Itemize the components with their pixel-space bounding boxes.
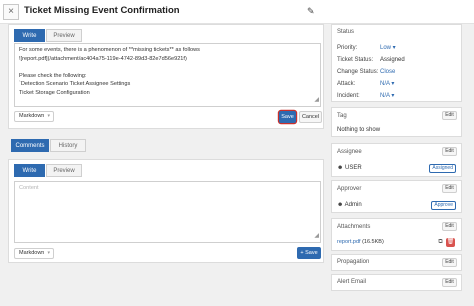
user-icon: ☻ [337, 202, 344, 208]
attachment-link[interactable]: report.pdf [337, 239, 361, 245]
approver-title: Approver [337, 186, 362, 192]
tab-comment-preview[interactable]: Preview [46, 164, 82, 177]
description-line: ![report.pdf](/attachment/ac404a75-119e-… [19, 55, 187, 62]
attack-dropdown[interactable]: N/A ▾ [380, 78, 394, 90]
chevron-down-icon: ▾ [47, 113, 50, 119]
page-title: Ticket Missing Event Confirmation [24, 5, 180, 16]
delete-icon[interactable]: 🗑 [446, 238, 455, 247]
copy-icon[interactable]: ⧉ [436, 238, 445, 247]
chevron-down-icon: ▾ [47, 250, 50, 256]
attachments-edit-button[interactable]: Edit [442, 222, 457, 231]
attachments-title: Attachments [337, 224, 371, 230]
propagation-title: Propagation [337, 259, 370, 265]
cancel-button[interactable]: Cancel [299, 111, 322, 123]
status-badge: Approve [431, 201, 456, 210]
approver-name: Admin [344, 202, 362, 208]
attachments-section: Attachments Edit report.pdf (16.5KB) ⧉ 🗑 [331, 218, 462, 251]
format-select[interactable]: Markdown ▾ [14, 111, 54, 122]
tab-comments[interactable]: Comments [11, 139, 49, 152]
edit-title-icon[interactable]: ✎ [307, 6, 315, 17]
attack-label: Attack: [337, 81, 356, 87]
incident-label: Incident: [337, 93, 360, 99]
status-section: Status Priority: Low ▾ Ticket Status: Assi… [331, 24, 462, 102]
comment-format-select[interactable]: Markdown ▾ [14, 248, 54, 259]
user-icon: ☻ [337, 165, 344, 171]
close-icon[interactable]: × [3, 4, 19, 20]
assignee-name: USER [345, 165, 362, 171]
assignee-section: Assignee Edit ☻ USER Assigned [331, 143, 462, 177]
description-line: Ticket Storage Configuration [19, 89, 90, 96]
tab-preview[interactable]: Preview [46, 29, 82, 42]
tab-comment-write[interactable]: Write [14, 164, 45, 177]
incident-dropdown[interactable]: N/A ▾ [380, 90, 394, 102]
tab-history[interactable]: History [50, 139, 86, 152]
ticket-status-label: Ticket Status: [337, 57, 374, 63]
priority-dropdown[interactable]: Low ▾ [380, 42, 396, 54]
attachment-size: (16.5KB) [362, 239, 384, 245]
tag-section: Tag Edit Nothing to show [331, 107, 462, 137]
comment-format-value: Markdown [19, 250, 45, 256]
description-line: For some events, there is a phenomenon o… [19, 47, 200, 53]
ticket-status-value: Assigned [380, 57, 405, 63]
tag-edit-button[interactable]: Edit [442, 111, 457, 120]
status-badge: Assigned [429, 164, 456, 173]
resize-grip-icon[interactable]: ◢ [314, 232, 319, 241]
title-bar: × Ticket Missing Event Confirmation ✎ [0, 0, 474, 24]
alert-email-edit-button[interactable]: Edit [442, 278, 457, 287]
description-panel: Write Preview For some events, there is … [8, 24, 324, 129]
description-line: Please check the following: [19, 72, 87, 79]
comment-placeholder: Content [19, 185, 39, 191]
assignee-title: Assignee [337, 149, 362, 155]
description-textarea[interactable]: For some events, there is a phenomenon o… [14, 43, 321, 107]
status-title: Status [337, 29, 355, 35]
propagation-section: Propagation Edit [331, 254, 462, 271]
alert-email-title: Alert Email [337, 279, 367, 285]
priority-label: Priority: [337, 45, 358, 51]
comment-textarea[interactable]: Content ◢ [14, 181, 321, 243]
resize-grip-icon[interactable]: ◢ [314, 96, 319, 105]
propagation-edit-button[interactable]: Edit [442, 258, 457, 267]
save-button[interactable]: Save [279, 111, 296, 123]
format-select-value: Markdown [19, 113, 45, 119]
alert-email-section: Alert Email Edit [331, 274, 462, 291]
add-comment-button[interactable]: + Save [297, 247, 321, 259]
approver-section: Approver Edit ☻ Admin Approve [331, 180, 462, 213]
description-line [19, 63, 316, 72]
change-status-label: Change Status: [337, 69, 379, 75]
comment-panel: Write Preview Content ◢ Markdown ▾ + Sav… [8, 159, 324, 263]
tag-empty-text: Nothing to show [337, 127, 381, 133]
approver-edit-button[interactable]: Edit [442, 184, 457, 193]
change-status-link[interactable]: Close [380, 66, 395, 78]
tag-title: Tag [337, 113, 347, 119]
assignee-edit-button[interactable]: Edit [442, 147, 457, 156]
description-line: `Detection Scenario Ticket Assignee Sett… [19, 81, 131, 88]
tab-write[interactable]: Write [14, 29, 45, 42]
